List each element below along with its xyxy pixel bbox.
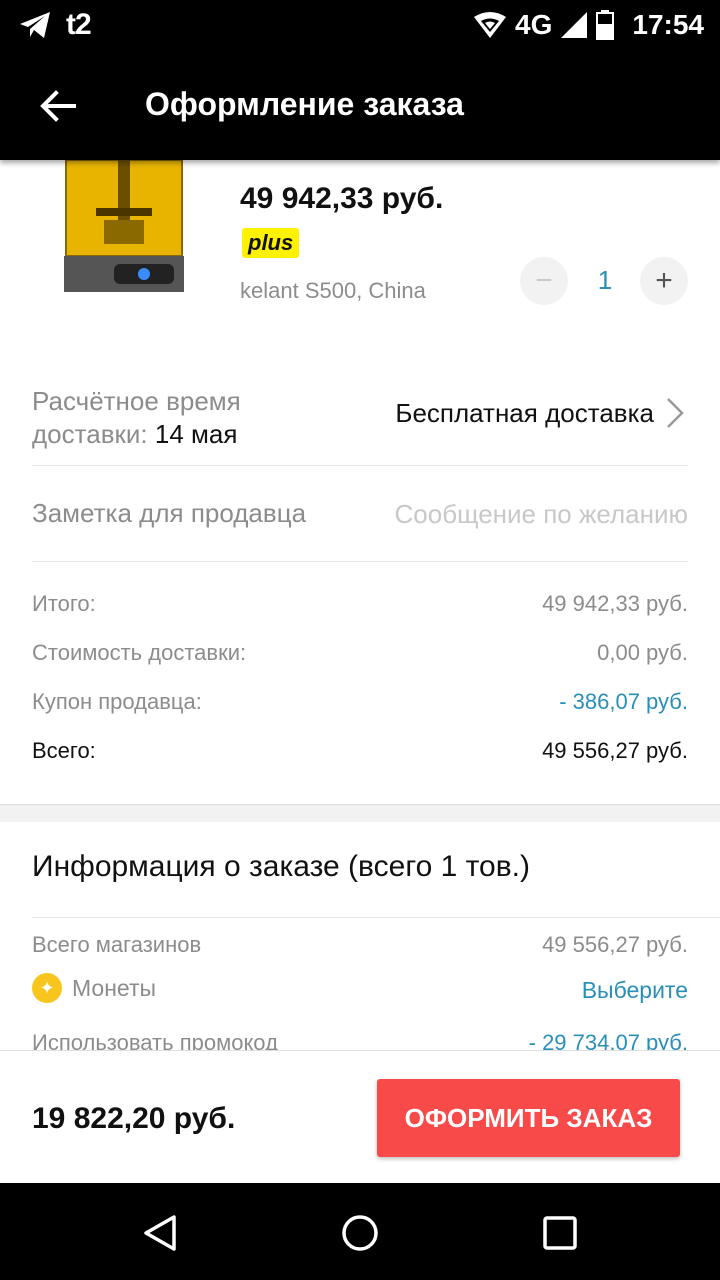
delivery-date: 14 мая <box>154 419 238 449</box>
back-arrow-icon[interactable] <box>36 84 80 128</box>
delivery-option[interactable]: Бесплатная доставка <box>395 398 654 429</box>
seller-note-label: Заметка для продавца <box>32 498 307 528</box>
place-order-button[interactable]: ОФОРМИТЬ ЗАКАЗ <box>377 1079 680 1157</box>
seller-note-input[interactable] <box>358 494 688 534</box>
checkout-content[interactable]: 49 942,33 руб. plus kelant S500, China −… <box>0 160 720 1050</box>
quantity-value: 1 <box>597 265 613 295</box>
delivery-time-label: Расчётное время доставки: 14 мая <box>32 385 241 451</box>
coins-label-group: ✦ Монеты <box>32 973 156 1003</box>
summary-row-coupon: Купон продавца: - 386,07 руб. <box>32 678 688 727</box>
product-price: 49 942,33 руб. <box>240 182 444 215</box>
product-card: 49 942,33 руб. plus kelant S500, China −… <box>0 160 720 340</box>
plus-badge: plus <box>242 228 300 258</box>
order-info-label: Всего магазинов <box>32 932 202 957</box>
summary-label: Купон продавца: <box>32 689 202 714</box>
decrease-quantity-button[interactable]: − <box>520 257 568 305</box>
delivery-time-label-line1: Расчётное время <box>32 386 241 416</box>
delivery-time-label-line2: доставки: <box>32 419 148 449</box>
telegram-icon <box>20 12 50 38</box>
product-variant: kelant S500, China <box>240 278 426 303</box>
summary-value: 49 942,33 руб. <box>542 591 688 616</box>
order-info-value[interactable]: - 29 734,07 руб. <box>529 1030 688 1050</box>
nav-back-icon[interactable] <box>140 1213 180 1253</box>
summary-value: 49 556,27 руб. <box>542 738 688 763</box>
page-title: Оформление заказа <box>145 86 464 122</box>
summary-row-total: Всего: 49 556,27 руб. <box>32 727 688 776</box>
network-type: 4G <box>515 9 553 40</box>
product-image[interactable] <box>60 160 188 296</box>
order-info-label: Монеты <box>72 974 157 1001</box>
coin-icon: ✦ <box>32 973 62 1003</box>
chevron-right-icon <box>667 398 684 428</box>
order-info-list: Всего магазинов 49 556,27 руб. ✦ Монеты … <box>32 920 688 1050</box>
summary-row-subtotal: Итого: 49 942,33 руб. <box>32 580 688 629</box>
signal-icon <box>561 12 588 38</box>
nav-recents-icon[interactable] <box>540 1213 580 1253</box>
summary-label: Итого: <box>32 591 96 616</box>
summary-label: Всего: <box>32 738 96 763</box>
wifi-icon <box>474 12 507 38</box>
summary-value: - 386,07 руб. <box>559 689 688 714</box>
summary-value: 0,00 руб. <box>597 640 688 665</box>
section-divider <box>0 804 720 822</box>
order-info-row-promo[interactable]: Использовать промокод - 29 734,07 руб. <box>32 1018 688 1050</box>
seller-note-row: Заметка для продавца <box>32 466 688 562</box>
coins-select-link[interactable]: Выберите <box>582 977 688 1004</box>
summary-label: Стоимость доставки: <box>32 640 247 665</box>
order-info-value: 49 556,27 руб. <box>542 932 688 957</box>
app-bar: Оформление заказа <box>0 52 720 160</box>
price-summary: Итого: 49 942,33 руб. Стоимость доставки… <box>32 580 688 776</box>
summary-row-shipping: Стоимость доставки: 0,00 руб. <box>32 629 688 678</box>
order-total: 19 822,20 руб. <box>32 1102 236 1135</box>
order-info-row-coins[interactable]: ✦ Монеты Выберите <box>32 969 688 1018</box>
divider <box>32 917 720 918</box>
system-navigation-bar <box>0 1183 720 1280</box>
checkout-bottom-bar: 19 822,20 руб. ОФОРМИТЬ ЗАКАЗ <box>0 1050 720 1183</box>
battery-icon <box>596 10 615 40</box>
clock: 17:54 <box>632 9 704 40</box>
status-bar: t2 4G 17:54 <box>0 0 720 52</box>
order-info-title: Информация о заказе (всего 1 тов.) <box>32 850 530 883</box>
order-info-row-stores: Всего магазинов 49 556,27 руб. <box>32 920 688 969</box>
quantity-stepper: − 1 + <box>520 257 690 307</box>
increase-quantity-button[interactable]: + <box>640 257 688 305</box>
nav-home-icon[interactable] <box>340 1213 380 1253</box>
delivery-row[interactable]: Расчётное время доставки: 14 мая Бесплат… <box>32 382 688 466</box>
carrier-name: t2 <box>66 8 92 41</box>
order-info-label: Использовать промокод <box>32 1030 278 1050</box>
